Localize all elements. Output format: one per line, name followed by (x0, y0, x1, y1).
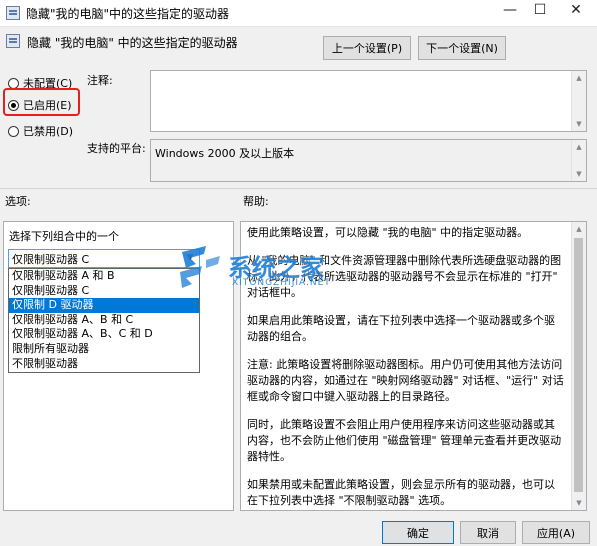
drive-dropdown-list[interactable]: 仅限制驱动器 A 和 B 仅限制驱动器 C 仅限制 D 驱动器 仅限制驱动器 A… (8, 268, 200, 373)
options-label: 选项: (5, 195, 31, 208)
radio-enabled[interactable]: 已启用(E) (8, 97, 72, 113)
scroll-down-icon[interactable]: ▼ (572, 117, 586, 131)
comment-textbox[interactable]: ▲ ▼ (150, 70, 587, 132)
radio-label: 已启用(E) (23, 99, 72, 112)
ok-button[interactable]: 确定 (382, 521, 454, 544)
radio-disabled[interactable]: 已禁用(D) (8, 123, 73, 139)
comment-label: 注释: (87, 74, 113, 87)
apply-button[interactable]: 应用(A) (522, 521, 590, 544)
help-paragraph: 如果启用此策略设置，请在下拉列表中选择一个驱动器或多个驱动器的组合。 (247, 314, 555, 343)
platform-textbox: Windows 2000 及以上版本 ▲ ▼ (150, 139, 587, 182)
help-paragraph: 同时，此策略设置不会阻止用户使用程序来访问这些驱动器或其内容，也不会防止他们使用… (247, 418, 562, 463)
title-bar[interactable]: 隐藏"我的电脑"中的这些指定的驱动器 — ☐ ✕ (0, 0, 597, 27)
setting-title: 隐藏 "我的电脑" 中的这些指定的驱动器 (27, 36, 238, 50)
combo-value: 仅限制驱动器 C (12, 252, 90, 266)
dropdown-option[interactable]: 限制所有驱动器 (9, 342, 199, 357)
close-button[interactable]: ✕ (562, 0, 590, 22)
previous-setting-button[interactable]: 上一个设置(P) (323, 36, 411, 60)
comment-scrollbar[interactable]: ▲ ▼ (571, 71, 586, 131)
help-paragraph: 如果禁用或未配置此策略设置，则会显示所有的驱动器，也可以在下拉列表中选择 "不限… (247, 478, 555, 507)
site-watermark: 系统之家 XITONGZHIJIA.NET (176, 242, 376, 302)
dropdown-option[interactable]: 仅限制驱动器 A、B、C 和 D (9, 327, 199, 342)
scroll-down-icon[interactable]: ▼ (572, 496, 586, 510)
radio-indicator (8, 77, 19, 89)
dropdown-option[interactable]: 仅限制驱动器 A、B 和 C (9, 313, 199, 328)
radio-label: 已禁用(D) (23, 125, 74, 138)
scroll-up-icon[interactable]: ▲ (572, 140, 586, 154)
scroll-down-icon[interactable]: ▼ (572, 167, 586, 181)
radio-indicator (8, 99, 19, 111)
drive-combo[interactable]: 仅限制驱动器 C ▼ (8, 249, 200, 268)
scroll-up-icon[interactable]: ▲ (572, 71, 586, 85)
minimize-button[interactable]: — (496, 0, 524, 22)
options-prompt: 选择下列组合中的一个 (9, 230, 119, 243)
platform-value: Windows 2000 及以上版本 (155, 147, 295, 160)
help-scrollbar[interactable]: ▲ ▼ (571, 222, 586, 510)
divider (0, 188, 597, 189)
cancel-button[interactable]: 取消 (460, 521, 516, 544)
setting-icon (6, 34, 20, 48)
dropdown-option-selected[interactable]: 仅限制 D 驱动器 (9, 298, 199, 313)
scroll-up-icon[interactable]: ▲ (572, 222, 586, 236)
help-paragraph: 注意: 此策略设置将删除驱动器图标。用户仍可使用其他方法访问驱动器的内容，如通过… (247, 358, 564, 403)
help-label: 帮助: (243, 195, 269, 208)
next-setting-button[interactable]: 下一个设置(N) (418, 36, 506, 60)
help-paragraph: 使用此策略设置，可以隐藏 "我的电脑" 中的指定驱动器。 (247, 226, 529, 239)
dropdown-option[interactable]: 仅限制驱动器 A 和 B (9, 269, 199, 284)
policy-app-icon (6, 6, 20, 20)
dropdown-option[interactable]: 仅限制驱动器 C (9, 284, 199, 299)
dropdown-option[interactable]: 不限制驱动器 (9, 357, 199, 372)
scroll-thumb[interactable] (574, 238, 583, 492)
radio-indicator (8, 125, 19, 137)
watermark-subtext: XITONGZHIJIA.NET (232, 278, 331, 288)
platform-scrollbar[interactable]: ▲ ▼ (571, 140, 586, 181)
maximize-button[interactable]: ☐ (526, 0, 554, 22)
platform-label: 支持的平台: (87, 142, 146, 155)
window-title: 隐藏"我的电脑"中的这些指定的驱动器 (26, 7, 230, 21)
comment-value (151, 71, 586, 77)
